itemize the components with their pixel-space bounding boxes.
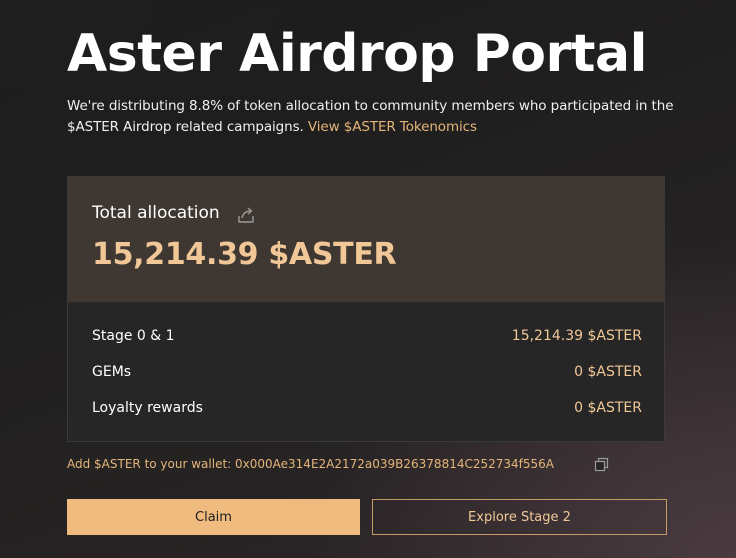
tokenomics-link[interactable]: View $ASTER Tokenomics	[308, 119, 477, 135]
row-label: Loyalty rewards	[92, 400, 203, 416]
allocation-summary: Total allocation 15,214.39 $ASTER	[68, 177, 664, 302]
total-allocation-label: Total allocation	[92, 203, 220, 223]
allocation-row-stage: Stage 0 & 1 15,214.39 $ASTER	[92, 328, 642, 348]
row-label: Stage 0 & 1	[92, 328, 175, 344]
allocation-row-gems: GEMs 0 $ASTER	[92, 364, 642, 384]
page-title: Aster Airdrop Portal	[67, 24, 647, 84]
share-icon[interactable]	[236, 205, 256, 225]
row-value: 0 $ASTER	[574, 364, 642, 380]
claim-button[interactable]: Claim	[67, 499, 360, 535]
row-label: GEMs	[92, 364, 132, 380]
row-value: 15,214.39 $ASTER	[511, 328, 642, 344]
add-to-wallet-link[interactable]: Add $ASTER to your wallet: 0x000Ae314E2A…	[67, 457, 554, 471]
row-value: 0 $ASTER	[574, 400, 642, 416]
explore-stage-2-button[interactable]: Explore Stage 2	[372, 499, 667, 535]
page-description: We're distributing 8.8% of token allocat…	[67, 96, 677, 138]
copy-icon[interactable]	[594, 457, 609, 472]
total-allocation-value: 15,214.39 $ASTER	[92, 237, 397, 272]
allocation-card: Total allocation 15,214.39 $ASTER Stage …	[67, 176, 665, 442]
allocation-row-loyalty: Loyalty rewards 0 $ASTER	[92, 400, 642, 420]
